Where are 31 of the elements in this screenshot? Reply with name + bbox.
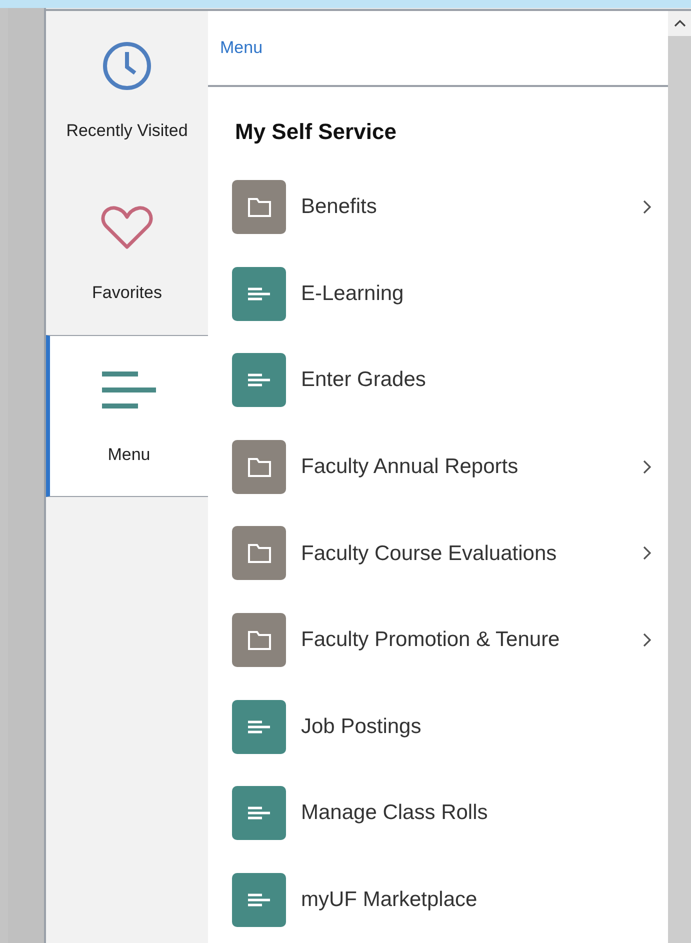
menu-item[interactable]: Faculty Course Evaluations <box>208 510 668 597</box>
chevron-right-icon <box>642 198 652 215</box>
heart-icon <box>100 204 154 251</box>
menu-item[interactable]: Job Postings <box>208 683 668 770</box>
chevron-right-icon <box>642 458 652 475</box>
menu-item[interactable]: Manage Class Rolls <box>208 770 668 856</box>
chevron-right-icon <box>642 632 652 648</box>
section-title: My Self Service <box>234 118 398 146</box>
sidebar-tab[interactable]: Favorites <box>46 172 208 335</box>
breadcrumb-link[interactable]: Menu <box>220 34 263 60</box>
list-icon <box>232 353 286 408</box>
folder-icon <box>232 526 286 580</box>
menu-item[interactable]: Faculty Annual Reports <box>208 423 668 510</box>
chevron-right-icon <box>642 545 652 562</box>
list-icon <box>232 786 286 840</box>
sidebar-tab[interactable]: Menu <box>46 334 208 497</box>
folder-icon <box>232 440 286 494</box>
clock-icon <box>101 40 153 92</box>
menu-icon <box>102 370 156 409</box>
scroll-up-icon <box>674 19 686 28</box>
folder-icon <box>232 180 286 234</box>
list-icon <box>232 700 286 754</box>
menu-item[interactable]: E-Learning <box>208 250 668 337</box>
sidebar-tab[interactable]: Recently Visited <box>46 10 208 173</box>
menu-item[interactable]: Faculty Promotion & Tenure <box>208 596 668 684</box>
list-icon <box>232 266 286 321</box>
menu-item[interactable]: Enter Grades <box>208 336 668 424</box>
menu-item[interactable]: Benefits <box>208 164 668 250</box>
menu-item[interactable]: myUF Marketplace <box>208 856 668 943</box>
list-icon <box>232 872 286 927</box>
folder-icon <box>232 612 286 667</box>
